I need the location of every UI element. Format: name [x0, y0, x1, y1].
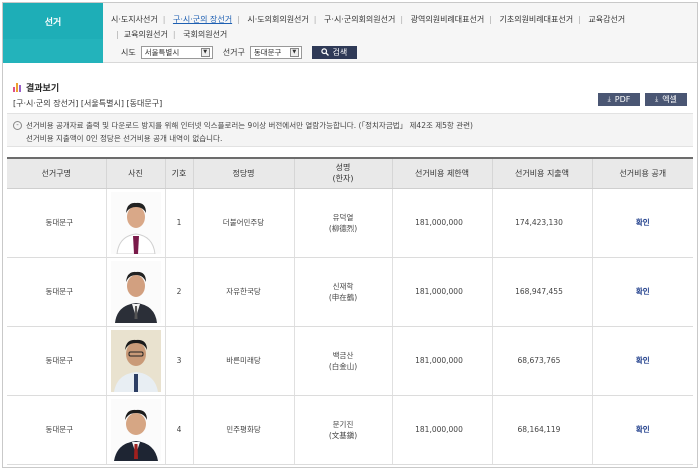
cell-name: 유덕열 (柳德烈) — [294, 188, 393, 258]
notice-line-2: 선거비용 지출액이 0인 정당은 선거비용 공개 내역이 없습니다. — [26, 134, 223, 143]
table-header-row: 선거구명 사진 기호 정당명 성명 (한자) 선거비용 제한액 선거비용 지출액 … — [7, 157, 693, 189]
cell-open: 확인 — [592, 395, 693, 465]
bar-chart-icon — [13, 83, 21, 92]
candidate-photo — [110, 191, 161, 254]
cell-spent: 174,423,130 — [492, 188, 593, 258]
tab-superintendent[interactable]: 교육감선거 — [588, 12, 625, 27]
chevron-down-icon: ▼ — [289, 47, 299, 57]
notice-box: - 선거비용 공개자료 출력 및 다운로드 방지를 위해 인터넷 익스플로러는 … — [7, 113, 693, 147]
candidate-photo — [110, 260, 161, 323]
cell-party: 바른미래당 — [193, 326, 295, 396]
cell-open: 확인 — [592, 326, 693, 396]
cell-number: 3 — [165, 326, 194, 396]
excel-button-label: 엑셀 — [662, 95, 677, 104]
cell-open: 확인 — [592, 188, 693, 258]
header-photo: 사진 — [106, 157, 166, 189]
tab-gusigun-head[interactable]: 구·시·군의 장선거 — [173, 12, 232, 27]
tab-national-assembly[interactable]: 국회의원선거 — [183, 27, 227, 42]
sido-select[interactable]: 서울특별시 ▼ — [140, 45, 213, 59]
breadcrumb: [구·시·군의 장선거] [서울특별시] [동대문구] — [13, 99, 163, 108]
top-panel: 선거 시·도지사선거 | 구·시·군의 장선거 | 시·도의회의원선거 | 구·시·군… — [3, 3, 697, 63]
notice-line-1: 선거비용 공개자료 출력 및 다운로드 방지를 위해 인터넷 익스플로러는 9이… — [26, 121, 473, 130]
result-heading: 결과보기 — [13, 81, 59, 94]
result-title: 결과보기 — [26, 84, 60, 94]
header-number: 기호 — [165, 157, 194, 189]
tab-metro-proportional[interactable]: 광역의원비례대표선거 — [411, 12, 485, 27]
cell-area: 동대문구 — [7, 188, 107, 258]
cell-area: 동대문구 — [7, 326, 107, 396]
download-icon: ⤓ — [655, 95, 659, 103]
cell-number: 1 — [165, 188, 194, 258]
header-name: 성명 (한자) — [294, 157, 393, 189]
search-button[interactable]: 검색 — [311, 45, 357, 59]
election-tabs-area: 시·도지사선거 | 구·시·군의 장선거 | 시·도의회의원선거 | 구·시·군의회의… — [103, 3, 697, 63]
cell-number: 2 — [165, 257, 194, 327]
cell-number: 4 — [165, 395, 194, 465]
header-party: 정당명 — [193, 157, 295, 189]
cell-photo — [106, 395, 166, 465]
search-icon — [321, 48, 330, 56]
header-open: 선거비용 공개 — [592, 157, 693, 189]
table-row: 동대문구 4 민주평화당 문기진 (文基鎭) 181,000,000 68,164… — [7, 395, 693, 465]
search-filter: 시도 서울특별시 ▼ 선거구 동대문구 ▼ 검색 — [121, 44, 357, 60]
cell-name: 문기진 (文基鎭) — [294, 395, 393, 465]
cell-limit: 181,000,000 — [392, 395, 493, 465]
tab-education-council[interactable]: 교육의원선거 — [124, 27, 168, 42]
tab-sido-head[interactable]: 시·도지사선거 — [111, 12, 158, 27]
view-expense-link[interactable]: 확인 — [636, 287, 650, 296]
candidate-photo — [110, 329, 161, 392]
cell-spent: 168,947,455 — [492, 257, 593, 327]
download-buttons: ⤓ PDF ⤓ 엑셀 — [598, 93, 687, 106]
cell-limit: 181,000,000 — [392, 326, 493, 396]
header-area: 선거구명 — [7, 157, 107, 189]
cell-photo — [106, 188, 166, 258]
pdf-download-button[interactable]: ⤓ PDF — [598, 93, 640, 106]
sidebar-label: 선거 — [3, 3, 103, 39]
view-expense-link[interactable]: 확인 — [636, 425, 650, 434]
district-select[interactable]: 동대문구 ▼ — [249, 45, 302, 59]
cell-name: 백금산 (白金山) — [294, 326, 393, 396]
header-limit: 선거비용 제한액 — [392, 157, 493, 189]
tab-local-proportional[interactable]: 기초의원비례대표선거 — [499, 12, 573, 27]
page-frame: 선거 시·도지사선거 | 구·시·군의 장선거 | 시·도의회의원선거 | 구·시·군… — [2, 2, 698, 468]
cell-name: 신재학 (申在鶴) — [294, 257, 393, 327]
tab-gusigun-council[interactable]: 구·시·군의회의원선거 — [324, 12, 395, 27]
election-tabs: 시·도지사선거 | 구·시·군의 장선거 | 시·도의회의원선거 | 구·시·군의회의… — [111, 12, 695, 42]
cell-spent: 68,673,765 — [492, 326, 593, 396]
header-spent: 선거비용 지출액 — [492, 157, 593, 189]
expense-table: 선거구명 사진 기호 정당명 성명 (한자) 선거비용 제한액 선거비용 지출액 … — [7, 157, 693, 465]
view-expense-link[interactable]: 확인 — [636, 218, 650, 227]
cell-photo — [106, 257, 166, 327]
candidate-photo — [110, 398, 161, 461]
pdf-button-label: PDF — [614, 95, 631, 104]
cell-area: 동대문구 — [7, 395, 107, 465]
cell-party: 더불어민주당 — [193, 188, 295, 258]
table-row: 동대문구 1 더불어민주당 유덕열 (柳德烈) 181,000,000 174,4… — [7, 188, 693, 258]
district-label: 선거구 — [222, 47, 245, 57]
view-expense-link[interactable]: 확인 — [636, 356, 650, 365]
chevron-down-icon: ▼ — [200, 47, 210, 57]
cell-photo — [106, 326, 166, 396]
table-row: 동대문구 2 자유한국당 신재학 (申在鶴) 181,000,000 168,94… — [7, 257, 693, 327]
cell-limit: 181,000,000 — [392, 257, 493, 327]
cell-limit: 181,000,000 — [392, 188, 493, 258]
excel-download-button[interactable]: ⤓ 엑셀 — [645, 93, 687, 106]
cell-area: 동대문구 — [7, 257, 107, 327]
search-button-label: 검색 — [332, 47, 348, 57]
table-row: 동대문구 3 바른미래당 백금산 (白金山) 181,000,000 68,673… — [7, 326, 693, 396]
cell-party: 자유한국당 — [193, 257, 295, 327]
download-icon: ⤓ — [607, 95, 611, 103]
sidebar-strip — [3, 39, 103, 63]
cell-party: 민주평화당 — [193, 395, 295, 465]
district-select-value: 동대문구 — [253, 47, 282, 57]
info-circle-icon: - — [13, 121, 22, 130]
sido-label: 시도 — [121, 47, 136, 57]
tab-sido-council[interactable]: 시·도의회의원선거 — [247, 12, 308, 27]
cell-open: 확인 — [592, 257, 693, 327]
cell-spent: 68,164,119 — [492, 395, 593, 465]
sido-select-value: 서울특별시 — [144, 47, 180, 57]
